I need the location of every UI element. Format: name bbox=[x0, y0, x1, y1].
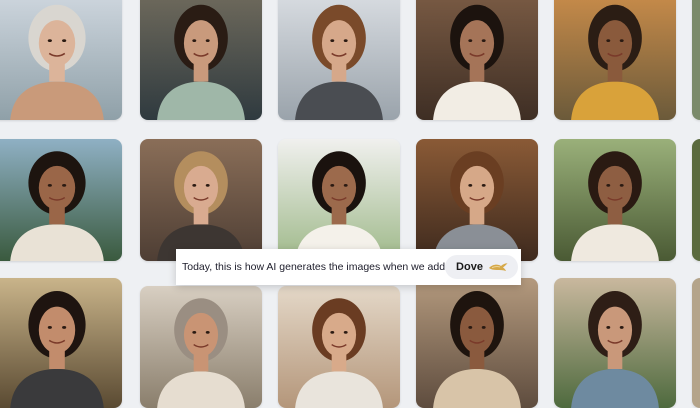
photo-tile-edge bbox=[692, 0, 700, 120]
photo-woman-white-top-studio bbox=[278, 139, 400, 261]
photo-woman-curly-hair-park-trees bbox=[554, 139, 676, 261]
photo-woman-cafe-standing bbox=[140, 0, 262, 120]
photo-woman-wheelchair-city bbox=[278, 0, 400, 120]
photo-woman-bicycle-park bbox=[554, 0, 676, 120]
photo-tile-edge bbox=[692, 139, 700, 261]
photo-older-woman-smiling-street bbox=[0, 0, 122, 120]
photo-grid bbox=[0, 0, 700, 408]
photo-woman-long-hair-cafe bbox=[416, 139, 538, 261]
photo-woman-curly-updo-festival bbox=[0, 139, 122, 261]
caption-bar: Today, this is how AI generates the imag… bbox=[176, 249, 521, 285]
photo-woman-market-overalls bbox=[554, 278, 676, 408]
photo-woman-headband-curly-hair bbox=[416, 278, 538, 408]
photo-older-woman-curly-blonde bbox=[140, 139, 262, 261]
caption-text: Today, this is how AI generates the imag… bbox=[182, 261, 446, 273]
dove-brand-label: Dove bbox=[456, 261, 483, 273]
photo-woman-wavy-hair-portrait bbox=[278, 286, 400, 408]
photo-woman-long-dark-hair-outdoors bbox=[0, 278, 122, 408]
dove-brand-pill: Dove bbox=[445, 255, 518, 279]
photo-tile-edge bbox=[692, 278, 700, 408]
dove-bird-icon bbox=[488, 261, 508, 273]
photo-older-woman-grey-hair-street bbox=[140, 286, 262, 408]
photo-woman-curly-hair-laughing bbox=[416, 0, 538, 120]
